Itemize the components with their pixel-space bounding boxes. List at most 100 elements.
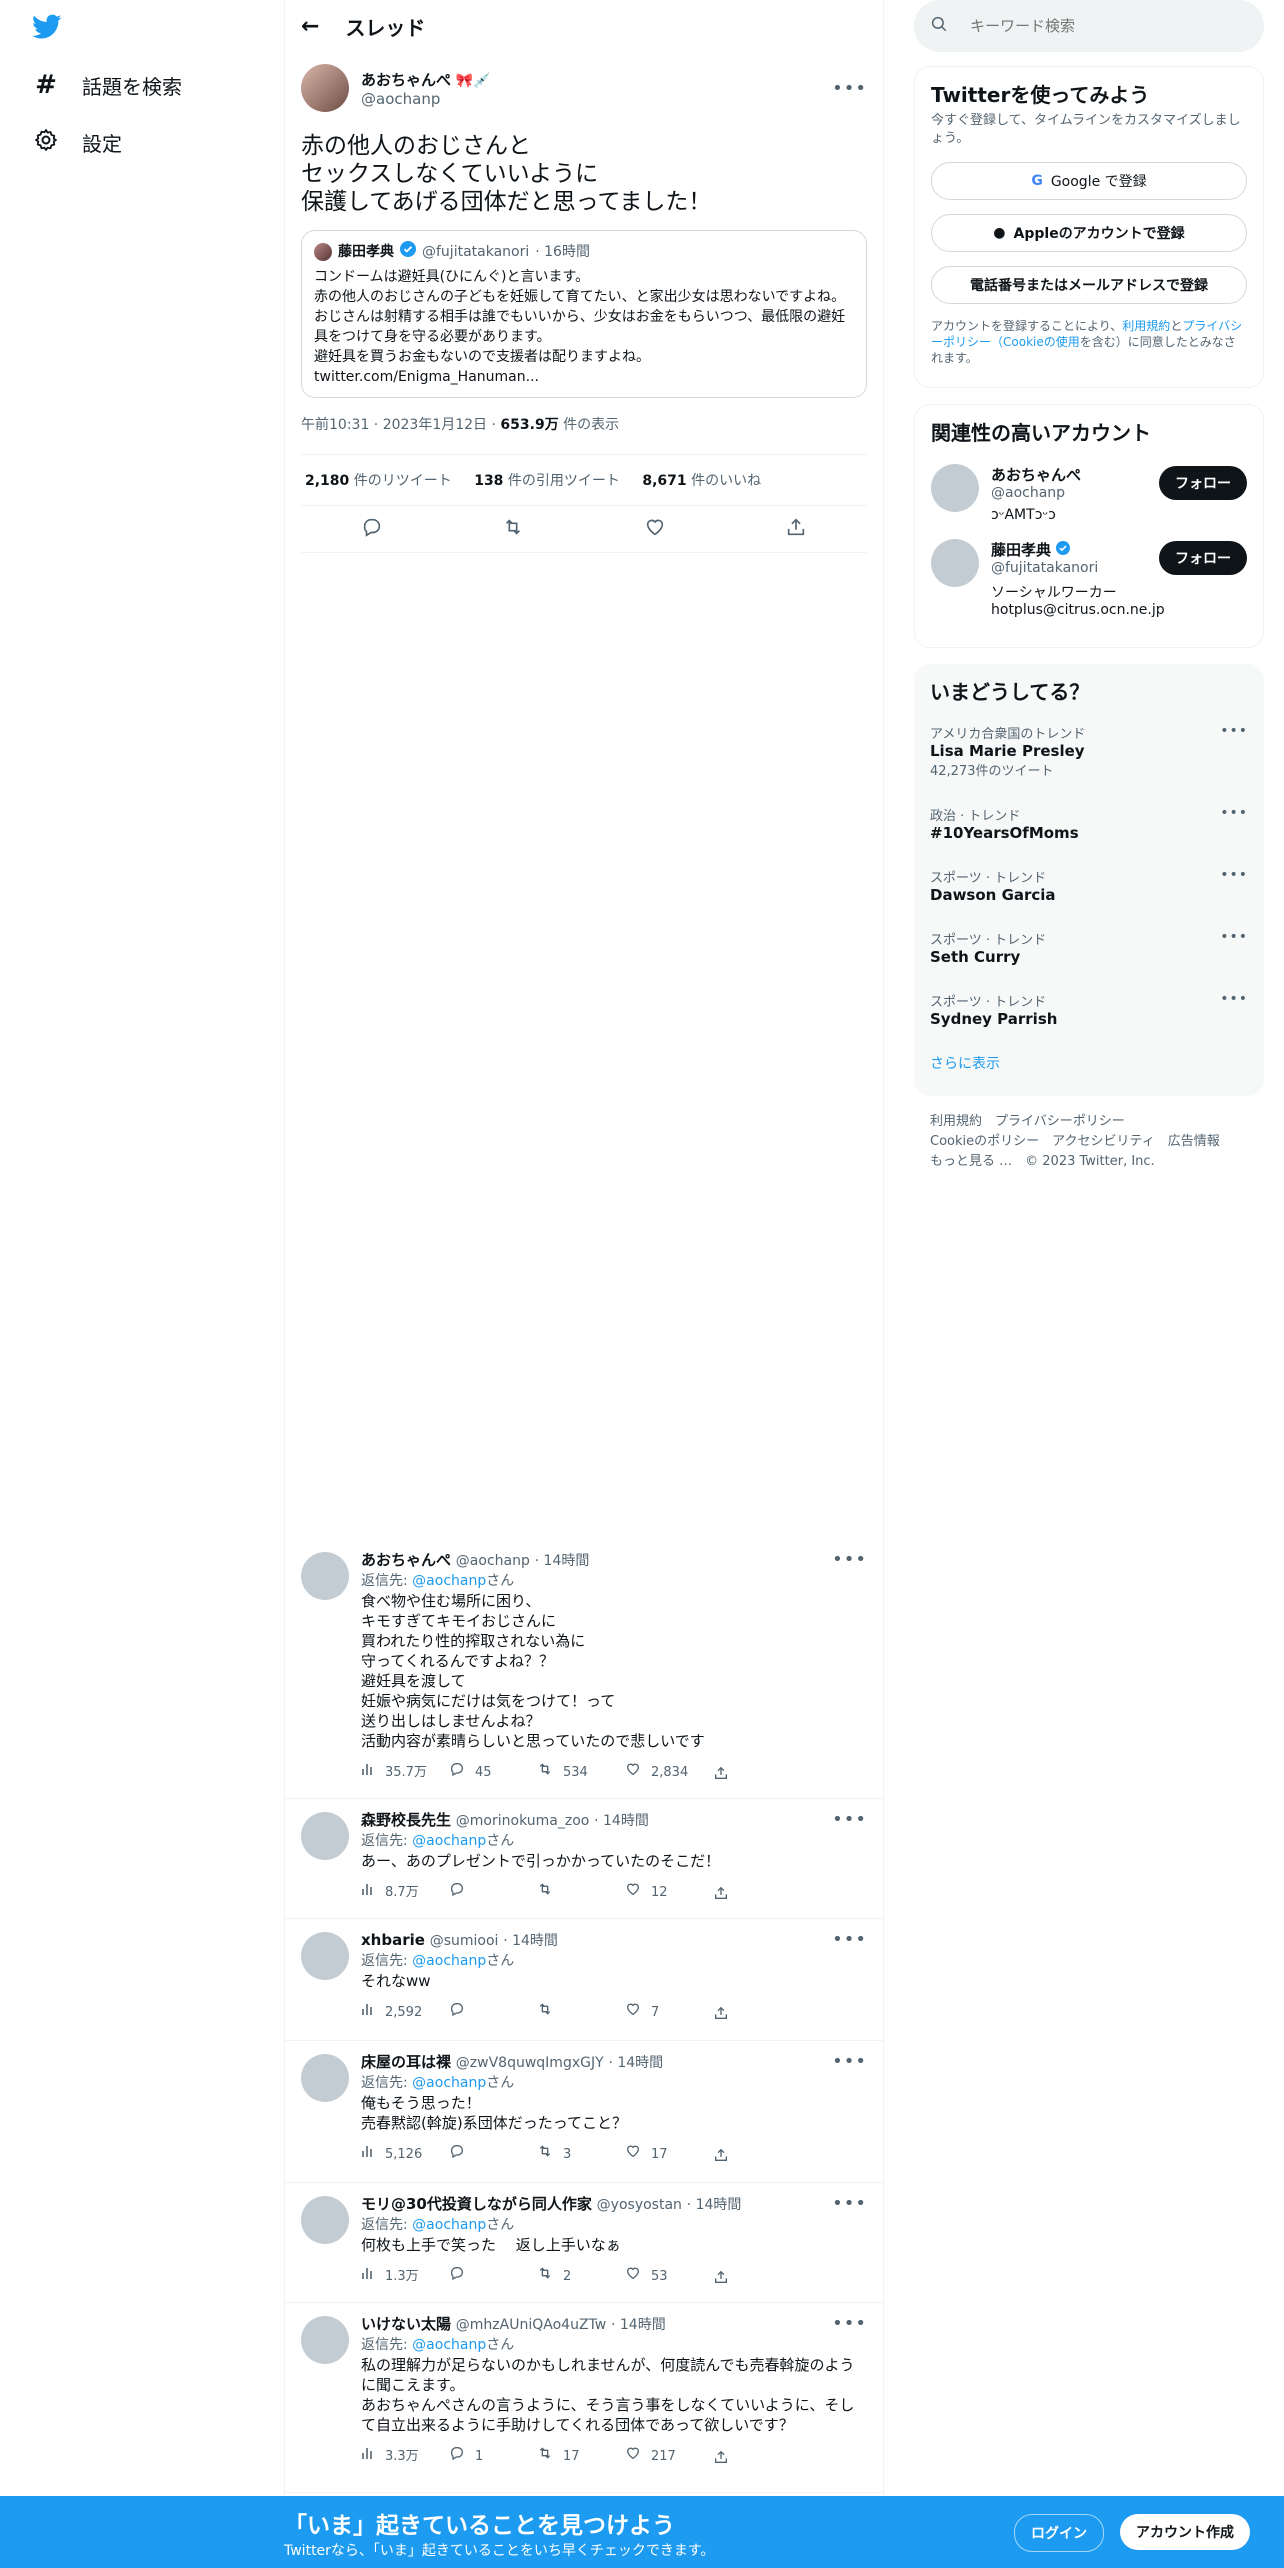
reply-author-handle[interactable]: @morinokuma_zoo — [456, 1813, 590, 1829]
reply-time[interactable]: · 14時間 — [611, 2317, 666, 2333]
avatar[interactable] — [301, 1932, 349, 1980]
like-count[interactable]: 12 — [625, 1881, 713, 1904]
footer-link[interactable]: プライバシーポリシー — [995, 1114, 1125, 1129]
more-icon[interactable]: ••• — [1220, 723, 1248, 739]
login-button[interactable]: ログイン — [1014, 2514, 1104, 2552]
retweet-count[interactable]: 3 — [537, 2143, 625, 2166]
reply-tweet[interactable]: あおちゃんぺ @aochanp · 14時間 ••• 返信先: @aochanp… — [285, 1538, 883, 1799]
reply-author-name[interactable]: あおちゃんぺ — [361, 1551, 451, 1569]
more-icon[interactable]: ••• — [1220, 867, 1248, 883]
reply-to-handle[interactable]: @aochanp — [412, 2217, 486, 2233]
reply-time[interactable]: · 14時間 — [608, 2055, 663, 2071]
retweet-count[interactable] — [537, 2001, 625, 2024]
share-icon[interactable] — [713, 1765, 801, 1781]
reply-count[interactable]: 1 — [449, 2445, 537, 2468]
trend-item[interactable]: スポーツ · トレンド Dawson Garcia ••• — [914, 857, 1264, 919]
more-icon[interactable]: ••• — [832, 2052, 867, 2073]
retweet-count[interactable]: 17 — [537, 2445, 625, 2468]
reply-tweet[interactable]: 森野校長先生 @morinokuma_zoo · 14時間 ••• 返信先: @… — [285, 1798, 883, 1919]
like-count[interactable]: 2,834 — [625, 1761, 713, 1784]
footer-link[interactable]: アクセシビリティ — [1052, 1134, 1155, 1149]
more-icon[interactable]: ••• — [832, 2194, 867, 2215]
more-icon[interactable]: ••• — [832, 78, 867, 99]
reply-time[interactable]: · 14時間 — [503, 1933, 558, 1949]
views-stat[interactable]: 8.7万 — [361, 1882, 449, 1903]
share-icon[interactable] — [713, 2449, 801, 2465]
author-name[interactable]: あおちゃんぺ 🎀💉 — [361, 69, 491, 90]
reply-author-handle[interactable]: @mhzAUniQAo4uZTw — [456, 2317, 606, 2333]
avatar[interactable] — [301, 2054, 349, 2102]
like-count[interactable]: 17 — [625, 2143, 713, 2166]
author-handle[interactable]: @aochanp — [361, 90, 491, 108]
avatar[interactable] — [301, 2196, 349, 2244]
footer-more-link[interactable]: もっと見る … — [930, 1154, 1012, 1169]
reply-author-name[interactable]: いけない太陽 — [361, 2315, 451, 2333]
retweet-count[interactable]: 534 — [537, 1761, 625, 1784]
apple-signup-button[interactable]: ● Appleのアカウントで登録 — [931, 214, 1247, 252]
search-box[interactable] — [914, 0, 1264, 52]
reply-author-name[interactable]: xhbarie — [361, 1931, 425, 1949]
reply-tweet[interactable]: いけない太陽 @mhzAUniQAo4uZTw · 14時間 ••• 返信先: … — [285, 2302, 883, 2493]
reply-count[interactable] — [449, 2001, 537, 2024]
avatar[interactable] — [301, 2316, 349, 2364]
more-icon[interactable]: ••• — [1220, 991, 1248, 1007]
back-arrow-icon[interactable]: ← — [301, 14, 319, 39]
search-input[interactable] — [968, 16, 1232, 36]
reply-icon[interactable] — [361, 516, 383, 542]
share-icon[interactable] — [713, 2005, 801, 2021]
create-account-button[interactable]: アカウント作成 — [1120, 2514, 1250, 2550]
quoted-tweet[interactable]: 藤田孝典 @fujitatakanori · 16時間 コンドームは避妊具(ひに… — [301, 230, 867, 398]
avatar[interactable] — [301, 1812, 349, 1860]
trend-item[interactable]: スポーツ · トレンド Seth Curry ••• — [914, 919, 1264, 981]
reply-to-handle[interactable]: @aochanp — [412, 1833, 486, 1849]
follow-button[interactable]: フォロー — [1159, 466, 1247, 500]
reply-time[interactable]: · 14時間 — [594, 1813, 649, 1829]
footer-link[interactable]: 利用規約 — [930, 1114, 982, 1129]
reply-to-handle[interactable]: @aochanp — [412, 2075, 486, 2091]
like-count[interactable]: 7 — [625, 2001, 713, 2024]
more-icon[interactable]: ••• — [832, 1810, 867, 1831]
retweet-count[interactable] — [537, 1881, 625, 1904]
more-icon[interactable]: ••• — [1220, 929, 1248, 945]
retweet-icon[interactable] — [502, 516, 524, 542]
avatar[interactable] — [931, 464, 979, 512]
twitter-logo-icon[interactable] — [32, 14, 62, 44]
reply-time[interactable]: · 14時間 — [687, 2197, 742, 2213]
reply-tweet[interactable]: xhbarie @sumiooi · 14時間 ••• 返信先: @aochan… — [285, 1918, 883, 2041]
avatar[interactable] — [301, 64, 349, 112]
like-count[interactable]: 53 — [625, 2265, 713, 2288]
more-icon[interactable]: ••• — [832, 1550, 867, 1571]
reply-author-handle[interactable]: @zwV8quwqImgxGJY — [456, 2055, 604, 2071]
share-icon[interactable] — [713, 2269, 801, 2285]
likes-stat[interactable]: 8,671 件のいいね — [642, 473, 761, 489]
like-count[interactable]: 217 — [625, 2445, 713, 2468]
reply-count[interactable]: 45 — [449, 1761, 537, 1784]
nav-settings[interactable]: 設定 — [32, 128, 122, 157]
avatar[interactable] — [301, 1552, 349, 1600]
reply-author-handle[interactable]: @sumiooi — [430, 1933, 499, 1949]
more-icon[interactable]: ••• — [832, 2314, 867, 2335]
reply-author-handle[interactable]: @yosyostan — [597, 2197, 682, 2213]
footer-link[interactable]: Cookieのポリシー — [930, 1134, 1039, 1149]
views-stat[interactable]: 35.7万 — [361, 1762, 449, 1783]
related-account[interactable]: 藤田孝典 @fujitatakanori ソーシャルワーカー hotplus@c… — [915, 533, 1263, 628]
reply-count[interactable] — [449, 2265, 537, 2288]
reply-tweet[interactable]: モリ@30代投資しながら同人作家 @yosyostan · 14時間 ••• 返… — [285, 2182, 883, 2303]
terms-link[interactable]: 利用規約 — [1122, 319, 1170, 333]
trend-item[interactable]: スポーツ · トレンド Sydney Parrish ••• — [914, 981, 1264, 1043]
like-icon[interactable] — [644, 516, 666, 542]
views-stat[interactable]: 3.3万 — [361, 2446, 449, 2467]
reply-author-name[interactable]: 床屋の耳は裸 — [361, 2053, 451, 2071]
retweet-count[interactable]: 2 — [537, 2265, 625, 2288]
reply-to-handle[interactable]: @aochanp — [412, 2337, 486, 2353]
reply-author-name[interactable]: 森野校長先生 — [361, 1811, 451, 1829]
follow-button[interactable]: フォロー — [1159, 541, 1247, 575]
reply-tweet[interactable]: 床屋の耳は裸 @zwV8quwqImgxGJY · 14時間 ••• 返信先: … — [285, 2040, 883, 2183]
reply-count[interactable] — [449, 2143, 537, 2166]
reply-author-name[interactable]: モリ@30代投資しながら同人作家 — [361, 2195, 592, 2213]
phone-signup-button[interactable]: 電話番号またはメールアドレスで登録 — [931, 266, 1247, 304]
more-icon[interactable]: ••• — [832, 1930, 867, 1951]
reply-time[interactable]: · 14時間 — [535, 1553, 590, 1569]
show-more-link[interactable]: さらに表示 — [914, 1043, 1264, 1083]
reply-author-handle[interactable]: @aochanp — [456, 1553, 530, 1569]
